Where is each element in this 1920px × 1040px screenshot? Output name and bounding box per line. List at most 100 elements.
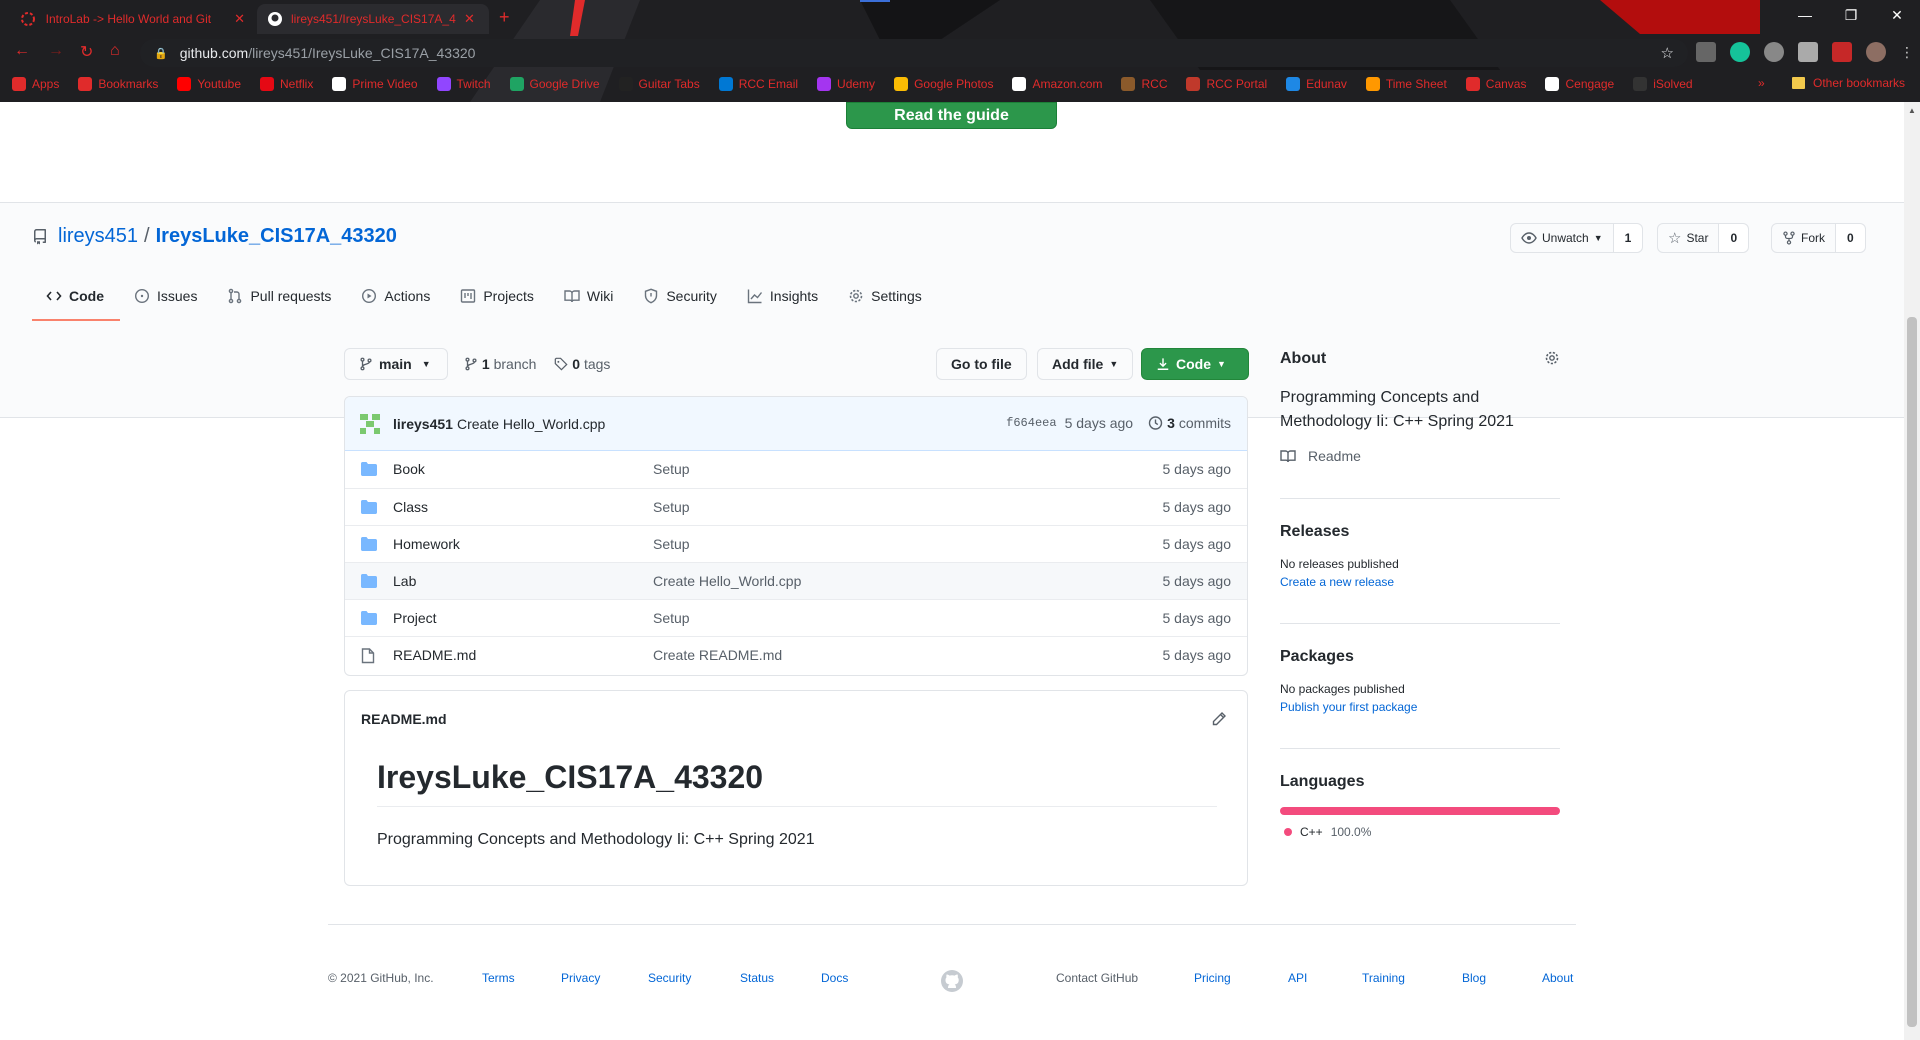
bookmark-item[interactable]: Amazon.com xyxy=(1012,77,1102,91)
file-commit-message-link[interactable]: Create README.md xyxy=(653,647,782,663)
shield-extension-icon[interactable] xyxy=(1764,42,1784,62)
gear-icon[interactable] xyxy=(1544,350,1560,366)
footer-privacy-link[interactable]: Privacy xyxy=(561,971,600,985)
file-row[interactable]: Project Setup 5 days ago xyxy=(345,599,1247,636)
file-commit-message-link[interactable]: Create Hello_World.cpp xyxy=(653,573,801,589)
footer-blog-link[interactable]: Blog xyxy=(1462,971,1486,985)
footer-docs-link[interactable]: Docs xyxy=(821,971,848,985)
footer-pricing-link[interactable]: Pricing xyxy=(1194,971,1231,985)
maximize-button[interactable]: ❐ xyxy=(1828,0,1874,30)
bookmark-item[interactable]: Twitch xyxy=(436,77,491,91)
bookmark-item[interactable]: iSolved xyxy=(1633,77,1693,91)
camera-extension-icon[interactable] xyxy=(1696,42,1716,62)
new-tab-button[interactable]: + xyxy=(499,7,510,28)
pencil-edit-icon[interactable] xyxy=(1211,711,1227,727)
tab-close-icon[interactable]: ✕ xyxy=(464,11,475,27)
forward-arrow-icon[interactable]: → xyxy=(48,42,64,60)
file-row[interactable]: README.md Create README.md 5 days ago xyxy=(345,636,1247,673)
language-legend-item[interactable]: C++ 100.0% xyxy=(1280,825,1560,839)
footer-training-link[interactable]: Training xyxy=(1362,971,1405,985)
bookmark-item[interactable]: RCC Portal xyxy=(1186,77,1267,91)
go-to-file-button[interactable]: Go to file xyxy=(936,348,1027,380)
tab-settings[interactable]: Settings xyxy=(834,275,938,317)
file-commit-message-link[interactable]: Setup xyxy=(653,610,690,626)
bookmark-star-icon[interactable]: ☆ xyxy=(1661,44,1674,62)
home-icon[interactable]: ⌂ xyxy=(110,42,120,60)
footer-contact-link[interactable]: Contact GitHub xyxy=(1056,971,1138,985)
page-scrollbar[interactable]: ▲ xyxy=(1904,102,1920,1040)
reload-icon[interactable]: ↻ xyxy=(80,42,93,62)
bookmark-item[interactable]: Netflix xyxy=(260,77,313,91)
footer-status-link[interactable]: Status xyxy=(740,971,774,985)
tab-code[interactable]: Code xyxy=(32,275,120,321)
create-release-link[interactable]: Create a new release xyxy=(1280,575,1560,589)
bookmark-item[interactable]: Udemy xyxy=(817,77,875,91)
file-row[interactable]: Homework Setup 5 days ago xyxy=(345,525,1247,562)
stargazers-count[interactable]: 0 xyxy=(1718,224,1749,252)
repo-owner-link[interactable]: lireys451 xyxy=(58,225,138,248)
tab-actions[interactable]: Actions xyxy=(347,275,446,317)
forks-count[interactable]: 0 xyxy=(1835,224,1865,252)
commit-sha-link[interactable]: f664eea xyxy=(1006,416,1056,430)
omnibox[interactable]: 🔒 github.com/lireys451/IreysLuke_CIS17A_… xyxy=(140,39,1688,67)
back-arrow-icon[interactable]: ← xyxy=(14,42,30,60)
file-name-link[interactable]: Class xyxy=(393,499,428,515)
bookmark-item[interactable]: RCC Email xyxy=(718,77,798,91)
bookmark-item[interactable]: Canvas xyxy=(1465,77,1526,91)
tab-pull-requests[interactable]: Pull requests xyxy=(213,275,347,317)
file-commit-message-link[interactable]: Setup xyxy=(653,499,690,515)
branches-link[interactable]: 1 branch xyxy=(464,356,536,372)
profile-avatar[interactable] xyxy=(1866,42,1886,62)
read-the-guide-button[interactable]: Read the guide xyxy=(846,102,1057,129)
bookmark-item[interactable]: Prime Video xyxy=(332,77,418,91)
commit-author-link[interactable]: lireys451 xyxy=(393,416,453,432)
scroll-up-arrow-icon[interactable]: ▲ xyxy=(1908,106,1916,115)
file-name-link[interactable]: README.md xyxy=(393,647,476,663)
footer-api-link[interactable]: API xyxy=(1288,971,1307,985)
tab-issues[interactable]: Issues xyxy=(120,275,213,317)
watchers-count[interactable]: 1 xyxy=(1612,224,1643,252)
file-name-link[interactable]: Lab xyxy=(393,573,416,589)
bookmark-item[interactable]: Youtube xyxy=(177,77,241,91)
tab-insights[interactable]: Insights xyxy=(733,275,834,317)
footer-about-link[interactable]: About xyxy=(1542,971,1573,985)
footer-security-link[interactable]: Security xyxy=(648,971,691,985)
menu-kebab-icon[interactable]: ⋮ xyxy=(1900,42,1914,62)
file-name-link[interactable]: Book xyxy=(393,461,425,477)
star-button[interactable]: ☆ Star xyxy=(1658,224,1718,252)
commit-message-link[interactable]: Create Hello_World.cpp xyxy=(457,416,605,432)
bookmark-item[interactable]: Bookmarks xyxy=(78,77,158,91)
code-download-button[interactable]: Code ▼ xyxy=(1141,348,1249,380)
github-logo-icon[interactable] xyxy=(940,969,964,993)
repo-name-link[interactable]: IreysLuke_CIS17A_43320 xyxy=(156,225,397,248)
add-file-button[interactable]: Add file ▼ xyxy=(1037,348,1134,380)
puzzle-extensions-icon[interactable] xyxy=(1832,42,1852,62)
close-window-button[interactable]: ✕ xyxy=(1874,0,1920,30)
unwatch-button[interactable]: Unwatch ▼ xyxy=(1511,224,1613,252)
file-name-link[interactable]: Project xyxy=(393,610,437,626)
other-bookmarks-folder[interactable]: Other bookmarks xyxy=(1792,76,1905,90)
fork-button[interactable]: Fork xyxy=(1772,224,1835,252)
file-commit-message-link[interactable]: Setup xyxy=(653,461,690,477)
browser-tab-introlab[interactable]: IntroLab -> Hello World and Git ✕ xyxy=(10,4,255,34)
commit-history-link[interactable]: 3 commits xyxy=(1147,415,1231,431)
tags-link[interactable]: 0 tags xyxy=(554,356,610,372)
file-row[interactable]: Lab Create Hello_World.cpp 5 days ago xyxy=(345,562,1247,599)
avatar[interactable] xyxy=(359,412,381,435)
file-commit-message-link[interactable]: Setup xyxy=(653,536,690,552)
bookmark-item[interactable]: Time Sheet xyxy=(1365,77,1447,91)
tab-wiki[interactable]: Wiki xyxy=(550,275,629,317)
bookmark-item[interactable]: Google Drive xyxy=(509,77,600,91)
bookmark-item[interactable]: RCC xyxy=(1121,77,1167,91)
browser-tab-github[interactable]: lireys451/IreysLuke_CIS17A_4332 ✕ xyxy=(257,4,489,34)
extension-icon[interactable] xyxy=(1798,42,1818,62)
bookmark-item[interactable]: Edunav xyxy=(1286,77,1347,91)
tab-close-icon[interactable]: ✕ xyxy=(234,11,245,27)
tab-projects[interactable]: Projects xyxy=(446,275,550,317)
file-name-link[interactable]: Homework xyxy=(393,536,460,552)
minimize-button[interactable]: — xyxy=(1782,0,1828,30)
file-row[interactable]: Class Setup 5 days ago xyxy=(345,488,1247,525)
publish-package-link[interactable]: Publish your first package xyxy=(1280,700,1560,714)
bookmark-item[interactable]: Cengage xyxy=(1545,77,1614,91)
readme-link[interactable]: Readme xyxy=(1280,448,1560,464)
